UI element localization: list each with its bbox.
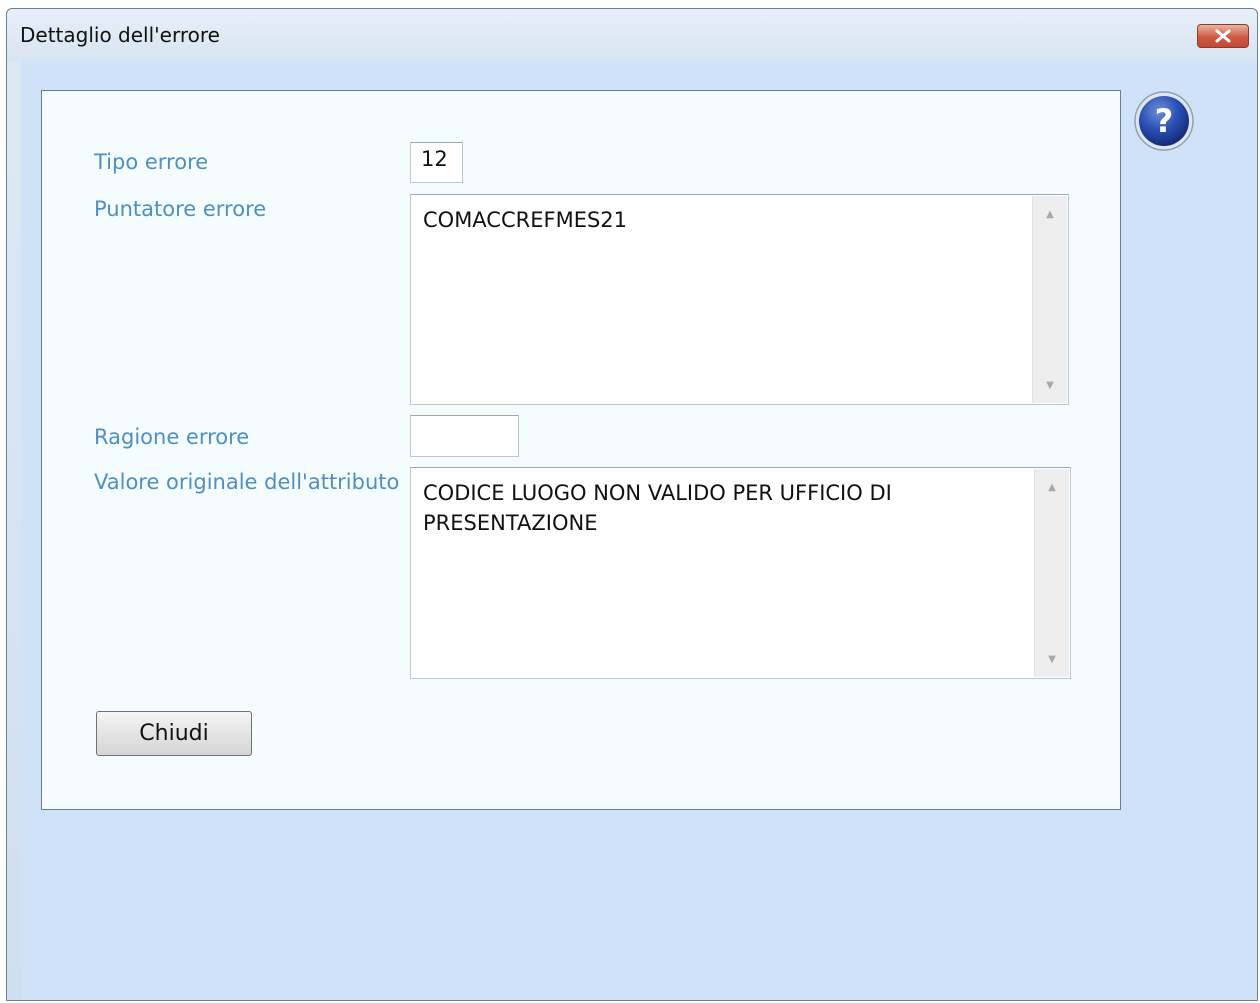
valore-originale-label: Valore originale dell'attributo <box>94 470 400 494</box>
valore-originale-text: CODICE LUOGO NON VALIDO PER UFFICIO DI P… <box>423 481 892 535</box>
tipo-errore-field[interactable]: 12 <box>410 142 463 183</box>
chiudi-button[interactable]: Chiudi <box>96 711 252 756</box>
valore-originale-field[interactable]: CODICE LUOGO NON VALIDO PER UFFICIO DI P… <box>410 467 1071 679</box>
svg-text:?: ? <box>1155 102 1174 140</box>
puntatore-errore-field[interactable]: COMACCREFMES21 ▲ ▼ <box>410 194 1069 405</box>
dialog-window: Dettaglio dell'errore Tipo errore 12 Pun… <box>6 8 1258 1001</box>
scroll-up-arrow-icon[interactable]: ▲ <box>1033 202 1067 226</box>
puntatore-scrollbar[interactable]: ▲ ▼ <box>1032 196 1067 403</box>
scroll-down-arrow-icon[interactable]: ▼ <box>1035 647 1069 671</box>
ragione-errore-field[interactable] <box>410 415 519 457</box>
ragione-errore-label: Ragione errore <box>94 425 250 449</box>
window-title: Dettaglio dell'errore <box>20 23 220 47</box>
dialog-client-area: Tipo errore 12 Puntatore errore COMACCRE… <box>21 61 1257 999</box>
puntatore-errore-text: COMACCREFMES21 <box>423 208 628 232</box>
close-icon <box>1215 29 1231 43</box>
window-close-button[interactable] <box>1197 24 1249 48</box>
title-bar[interactable]: Dettaglio dell'errore <box>7 9 1257 61</box>
tipo-errore-label: Tipo errore <box>94 150 209 174</box>
valore-scrollbar[interactable]: ▲ ▼ <box>1034 469 1069 677</box>
help-question-icon: ? <box>1134 91 1194 151</box>
scroll-up-arrow-icon[interactable]: ▲ <box>1035 475 1069 499</box>
scroll-down-arrow-icon[interactable]: ▼ <box>1033 373 1067 397</box>
error-detail-panel: Tipo errore 12 Puntatore errore COMACCRE… <box>41 90 1121 810</box>
help-button[interactable]: ? <box>1133 90 1195 152</box>
puntatore-errore-label: Puntatore errore <box>94 197 267 221</box>
